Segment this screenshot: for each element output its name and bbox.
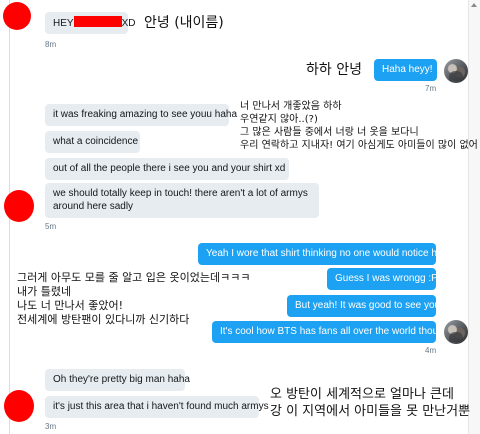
translation-note: 안녕 (내이름) [144,15,224,31]
message-bubble-outgoing[interactable]: Haha heyy! [374,59,437,81]
translation-line: 내가 틀렸네 [17,285,72,298]
message-bubble-incoming[interactable]: it was freaking amazing to see youu haha [45,104,237,126]
redacted-avatar-3 [4,390,34,422]
message-bubble-outgoing[interactable]: Yeah I wore that shirt thinking no one w… [198,243,454,265]
translation-line: 오 방탄이 세계적으로 얼마나 큰데 [270,387,454,402]
message-bubble-outgoing[interactable]: But yeah! It was good to see you [287,295,440,317]
message-bubble-incoming[interactable]: out of all the people there i see you an… [45,158,289,180]
translation-line: 우리 연락하고 지내자! 여기 아심게도 아미들이 많이 없어 [240,140,478,151]
translation-line: 그 많은 사람들 중에서 너랑 너 옷을 보다니 [240,127,419,138]
translation-line: 그러게 아무도 모를 줄 알고 입은 옷이었는데ㅋㅋㅋ [17,271,251,284]
user-avatar [444,320,468,344]
message-text: we should totally keep in touch! there a… [53,188,308,199]
message-text: HEY [53,18,74,29]
redacted-avatar-2 [4,190,34,222]
timestamp: 4m [425,346,437,355]
message-text: around here sadly [53,201,134,212]
translation-line: 강 이 지역에서 아미들을 못 만난거뿐 [270,404,471,419]
translation-note: 하하 안녕 [306,62,362,78]
message-bubble-incoming[interactable]: Oh they're pretty big man haha [45,369,190,391]
timestamp: 5m [45,222,57,231]
scrollbar[interactable] [468,0,480,434]
translation-line: 나도 너 만나서 좋았어! [17,299,123,312]
message-bubble-incoming[interactable]: what a coincidence [45,131,140,153]
translation-line: 우연같지 않아..(?) [240,114,318,125]
translation-line: 너 만나서 개좋았음 하하 [240,101,342,112]
user-avatar [444,59,468,83]
message-bubble-incoming[interactable]: it's just this area that i haven't found… [45,396,269,418]
timestamp: 3m [45,422,57,431]
message-text: XD [121,18,136,29]
redacted-avatar-1 [3,2,31,30]
translation-line: 전세계에 방탄팬이 있다니까 신기하다 [17,313,190,326]
redaction-bar [73,16,122,27]
timestamp: 7m [425,84,437,93]
message-bubble-incoming[interactable]: we should totally keep in touch! there a… [45,183,319,218]
timestamp: 8m [45,40,57,49]
message-bubble-incoming[interactable]: HEY XD [45,12,135,34]
message-bubble-outgoing[interactable]: It's cool how BTS has fans all over the … [212,321,449,343]
scroll-up-arrow-icon[interactable] [471,3,477,7]
message-bubble-outgoing[interactable]: Guess I was wrongg :P [327,268,438,290]
